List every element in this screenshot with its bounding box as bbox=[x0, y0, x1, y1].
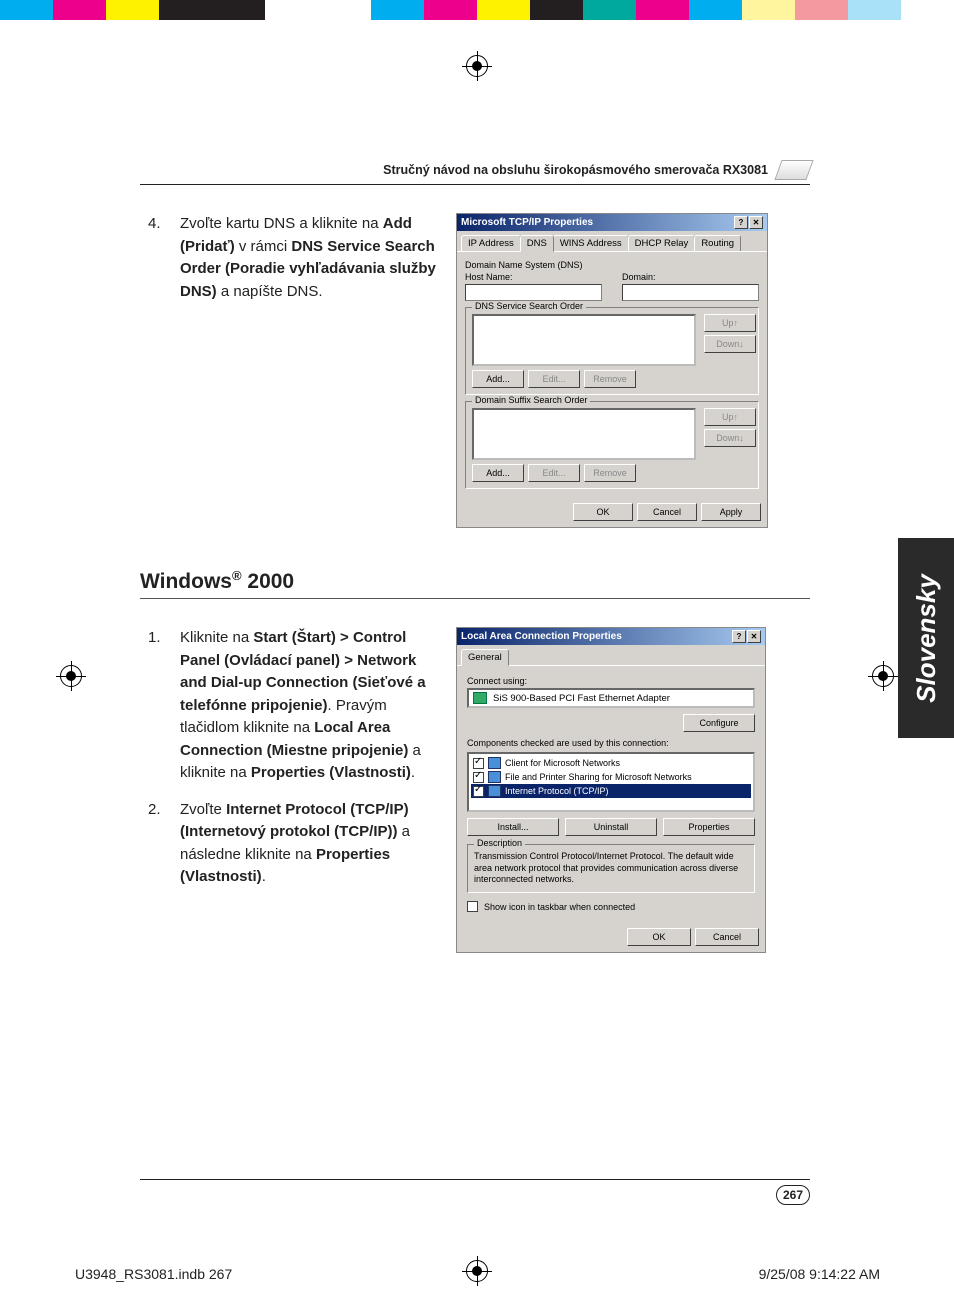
description-box: Description Transmission Control Protoco… bbox=[467, 844, 755, 893]
print-footer: U3948_RS3081.indb 267 9/25/08 9:14:22 AM bbox=[75, 1266, 880, 1282]
close-button[interactable]: ✕ bbox=[747, 630, 761, 643]
page-header: Stručný návod na obsluhu širokopásmového… bbox=[140, 160, 810, 185]
step1-number: 1. bbox=[148, 627, 161, 650]
dialog2-body: Connect using: SiS 900-Based PCI Fast Et… bbox=[457, 666, 765, 922]
tab-general[interactable]: General bbox=[461, 649, 509, 666]
tab-dns[interactable]: DNS bbox=[520, 235, 554, 252]
checkbox-icon[interactable] bbox=[473, 772, 484, 783]
configure-button[interactable]: Configure bbox=[683, 714, 755, 732]
dialog1-body: Domain Name System (DNS) Host Name: Doma… bbox=[457, 252, 767, 497]
section-heading: Windows® 2000 bbox=[140, 568, 810, 599]
suffix-up-button[interactable]: Up↑ bbox=[704, 408, 756, 426]
lan-properties-dialog: Local Area Connection Properties ? ✕ Gen… bbox=[456, 627, 766, 953]
footer-timestamp: 9/25/08 9:14:22 AM bbox=[759, 1266, 880, 1282]
page-number: 267 bbox=[776, 1185, 810, 1205]
connect-using-label: Connect using: bbox=[467, 676, 755, 686]
components-label: Components checked are used by this conn… bbox=[467, 738, 755, 748]
help-button[interactable]: ? bbox=[732, 630, 746, 643]
component-client[interactable]: Client for Microsoft Networks bbox=[471, 756, 751, 770]
host-name-label: Host Name: bbox=[465, 272, 602, 282]
component-file-sharing[interactable]: File and Printer Sharing for Microsoft N… bbox=[471, 770, 751, 784]
footer-rule bbox=[140, 1179, 810, 1180]
dns-search-order-group: DNS Service Search Order Up↑ Down↓ Add..… bbox=[465, 307, 759, 395]
footer-file: U3948_RS3081.indb 267 bbox=[75, 1266, 232, 1282]
dialog1-ok-button[interactable]: OK bbox=[573, 503, 633, 521]
router-icon bbox=[774, 160, 813, 180]
dns-search-order-list[interactable] bbox=[472, 314, 696, 366]
domain-label: Domain: bbox=[622, 272, 759, 282]
dialog2-title: Local Area Connection Properties bbox=[461, 631, 622, 642]
step4-text: 4. Zvoľte kartu DNS a kliknite na Add (P… bbox=[140, 213, 440, 303]
dialog1-cancel-button[interactable]: Cancel bbox=[637, 503, 697, 521]
component-icon bbox=[488, 757, 501, 769]
adapter-name: SiS 900-Based PCI Fast Ethernet Adapter bbox=[493, 693, 670, 704]
dialog1-title: Microsoft TCP/IP Properties bbox=[461, 217, 593, 228]
registration-mark-icon bbox=[466, 55, 488, 77]
dns-edit-button[interactable]: Edit... bbox=[528, 370, 580, 388]
dialog2-tabs: General bbox=[457, 645, 765, 666]
uninstall-button[interactable]: Uninstall bbox=[565, 818, 657, 836]
install-button[interactable]: Install... bbox=[467, 818, 559, 836]
page-title: Stručný návod na obsluhu širokopásmového… bbox=[383, 163, 768, 177]
adapter-display: SiS 900-Based PCI Fast Ethernet Adapter bbox=[467, 688, 755, 708]
dialog1-tabs: IP Address DNS WINS Address DHCP Relay R… bbox=[457, 231, 767, 252]
tab-dhcp-relay[interactable]: DHCP Relay bbox=[628, 235, 696, 251]
tab-routing[interactable]: Routing bbox=[694, 235, 741, 251]
suffix-search-order-legend: Domain Suffix Search Order bbox=[472, 395, 590, 405]
step4-block: 4. Zvoľte kartu DNS a kliknite na Add (P… bbox=[140, 213, 810, 528]
dialog2-footer: OK Cancel bbox=[457, 922, 765, 952]
suffix-add-button[interactable]: Add... bbox=[472, 464, 524, 482]
suffix-search-order-group: Domain Suffix Search Order Up↑ Down↓ Add… bbox=[465, 401, 759, 489]
print-color-bar bbox=[0, 0, 954, 20]
show-icon-row[interactable]: Show icon in taskbar when connected bbox=[467, 901, 755, 912]
component-icon bbox=[488, 785, 501, 797]
tab-ip-address[interactable]: IP Address bbox=[461, 235, 521, 251]
dns-add-button[interactable]: Add... bbox=[472, 370, 524, 388]
tab-wins-address[interactable]: WINS Address bbox=[553, 235, 629, 251]
checkbox-icon[interactable] bbox=[473, 758, 484, 769]
dialog2-ok-button[interactable]: OK bbox=[627, 928, 691, 946]
step2-number: 2. bbox=[148, 799, 161, 822]
step2-text: 2. Zvoľte Internet Protocol (TCP/IP) (In… bbox=[140, 799, 440, 889]
dialog1-footer: OK Cancel Apply bbox=[457, 497, 767, 527]
tcpip-properties-dialog: Microsoft TCP/IP Properties ? ✕ IP Addre… bbox=[456, 213, 768, 528]
component-icon bbox=[488, 771, 501, 783]
description-legend: Description bbox=[474, 838, 525, 850]
dns-down-button[interactable]: Down↓ bbox=[704, 335, 756, 353]
registration-mark-icon bbox=[60, 665, 82, 687]
language-tab-label: Slovensky bbox=[911, 574, 942, 703]
component-buttons: Install... Uninstall Properties bbox=[467, 818, 755, 836]
domain-field[interactable] bbox=[622, 284, 759, 301]
suffix-edit-button[interactable]: Edit... bbox=[528, 464, 580, 482]
component-tcpip[interactable]: Internet Protocol (TCP/IP) bbox=[471, 784, 751, 798]
description-text: Transmission Control Protocol/Internet P… bbox=[474, 851, 738, 884]
step4-number: 4. bbox=[148, 213, 161, 236]
show-icon-checkbox[interactable] bbox=[467, 901, 478, 912]
checkbox-icon[interactable] bbox=[473, 786, 484, 797]
suffix-remove-button[interactable]: Remove bbox=[584, 464, 636, 482]
dns-search-order-legend: DNS Service Search Order bbox=[472, 301, 586, 311]
dns-system-label: Domain Name System (DNS) bbox=[465, 260, 759, 270]
show-icon-label: Show icon in taskbar when connected bbox=[484, 902, 635, 912]
components-list[interactable]: Client for Microsoft Networks File and P… bbox=[467, 752, 755, 812]
dialog2-cancel-button[interactable]: Cancel bbox=[695, 928, 759, 946]
dialog2-titlebar: Local Area Connection Properties ? ✕ bbox=[457, 628, 765, 645]
win2000-block: 1. Kliknite na Start (Štart) > Control P… bbox=[140, 627, 810, 953]
registration-mark-icon bbox=[872, 665, 894, 687]
host-name-field[interactable] bbox=[465, 284, 602, 301]
page-content: Stručný návod na obsluhu širokopásmového… bbox=[140, 160, 810, 1210]
suffix-down-button[interactable]: Down↓ bbox=[704, 429, 756, 447]
step1-text: 1. Kliknite na Start (Štart) > Control P… bbox=[140, 627, 440, 785]
properties-button[interactable]: Properties bbox=[663, 818, 755, 836]
dialog1-titlebar: Microsoft TCP/IP Properties ? ✕ bbox=[457, 214, 767, 231]
dns-up-button[interactable]: Up↑ bbox=[704, 314, 756, 332]
close-button[interactable]: ✕ bbox=[749, 216, 763, 229]
nic-icon bbox=[473, 692, 487, 704]
help-button[interactable]: ? bbox=[734, 216, 748, 229]
dialog1-apply-button[interactable]: Apply bbox=[701, 503, 761, 521]
dns-remove-button[interactable]: Remove bbox=[584, 370, 636, 388]
suffix-search-order-list[interactable] bbox=[472, 408, 696, 460]
language-tab: Slovensky bbox=[898, 538, 954, 738]
